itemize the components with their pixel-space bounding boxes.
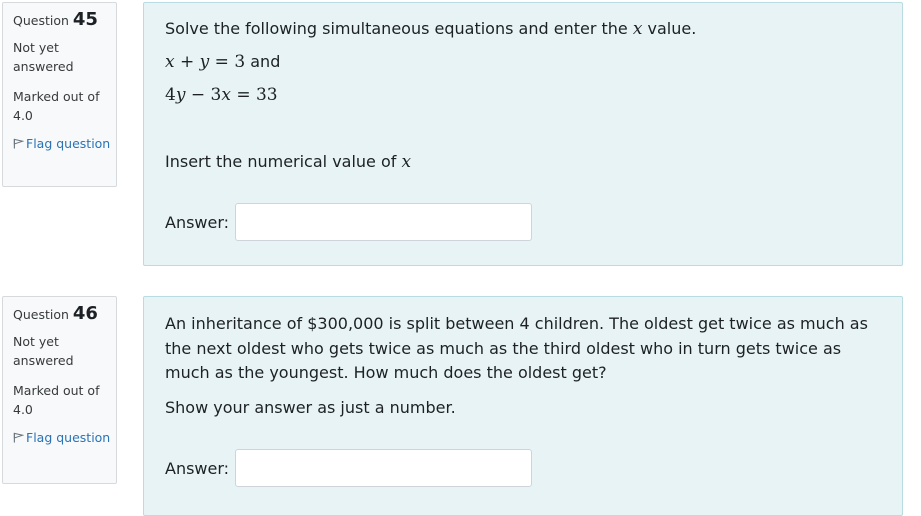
prompt-outro: value. [642,19,697,38]
question-state: Not yet answered [13,334,74,368]
flag-icon [13,138,24,149]
equation-2: 4y − 3x = 33 [165,85,278,105]
question-prompt: Solve the following simultaneous equatio… [165,18,882,40]
question-prompt: An inheritance of $300,000 is split betw… [165,314,868,382]
question-grade: Marked out of 4.0 [13,89,100,123]
answer-row: Answer: [165,449,882,487]
answer-label: Answer: [165,212,230,232]
question-state: Not yet answered [13,40,74,74]
question-grade: Marked out of 4.0 [13,383,100,417]
question-content-45: Solve the following simultaneous equatio… [143,2,903,266]
question-info-45: Question 45 Not yet answered Marked out … [2,2,117,187]
question-number: Question 46 [13,305,116,324]
answer-input[interactable] [235,449,533,487]
answer-row: Answer: [165,203,882,241]
question-text: Solve the following simultaneous equatio… [165,18,882,173]
flag-question-label: Flag question [26,136,111,151]
question-number-value: 45 [72,9,98,30]
question-label: Question [13,13,69,28]
answer-label: Answer: [165,458,230,478]
question-instruction: Insert the numerical value of x [165,152,412,172]
answer-input[interactable] [235,203,533,241]
flag-question-label: Flag question [26,430,111,445]
question-number-value: 46 [72,303,98,324]
question-text: An inheritance of $300,000 is split betw… [165,312,882,420]
question-content-46: An inheritance of $300,000 is split betw… [143,296,903,516]
question-info-46: Question 46 Not yet answered Marked out … [2,296,117,484]
flag-question-button[interactable]: Flag question [13,428,116,448]
prompt-variable: x [632,19,643,39]
equation-1: x + y = 3 and [165,52,281,72]
flag-question-button[interactable]: Flag question [13,134,116,154]
question-label: Question [13,307,69,322]
flag-icon [13,432,24,443]
prompt-intro: Solve the following simultaneous equatio… [165,19,633,38]
question-number: Question 45 [13,11,116,30]
question-instruction: Show your answer as just a number. [165,397,456,417]
